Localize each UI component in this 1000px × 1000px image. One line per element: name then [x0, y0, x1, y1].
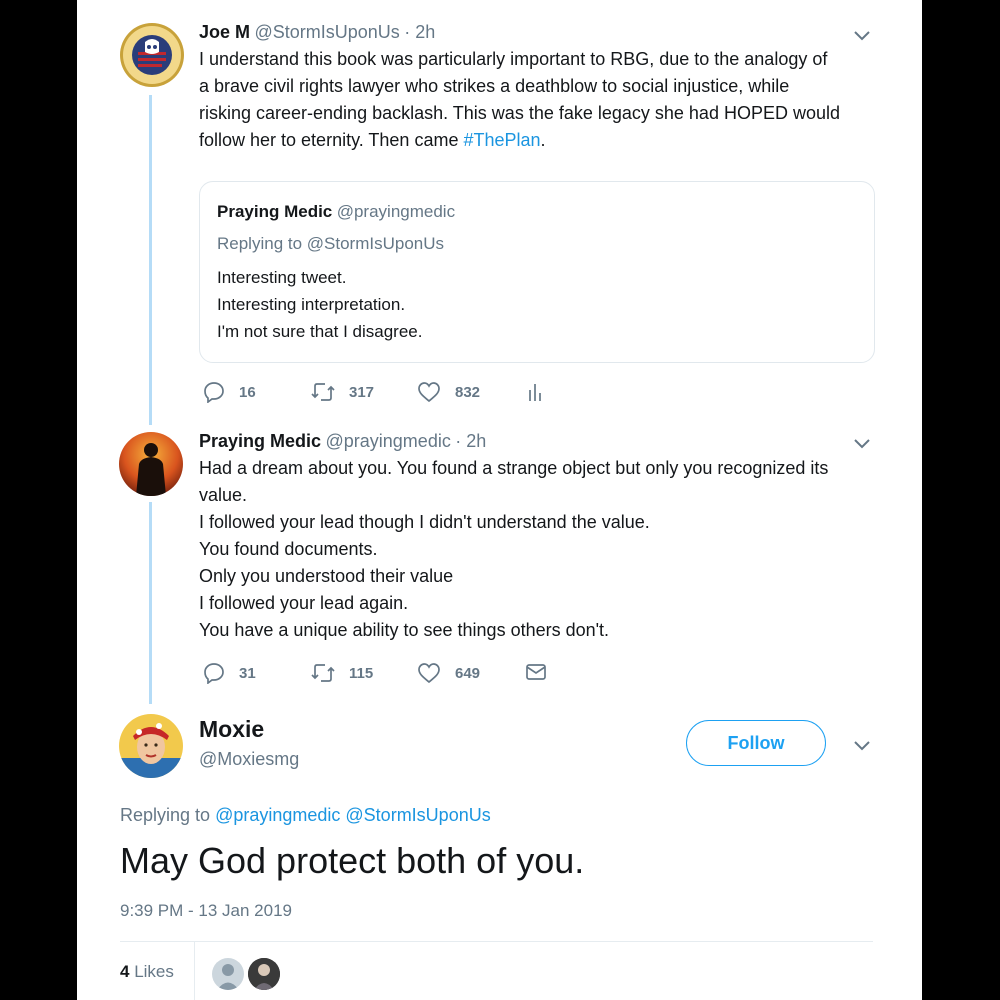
tweet-text-segment: follow her to eternity. Then came [199, 130, 464, 150]
chevron-down-icon[interactable] [853, 30, 871, 42]
main-author-name[interactable]: Moxie [199, 716, 264, 743]
likes-count: 4 [120, 962, 130, 981]
follow-button[interactable]: Follow [686, 720, 826, 766]
author-handle[interactable]: @StormIsUponUs [254, 22, 399, 42]
retweet-icon [311, 383, 335, 401]
retweet-count: 115 [349, 664, 374, 682]
like-count: 649 [455, 664, 481, 682]
quote-line: I'm not sure that I disagree. [217, 322, 423, 341]
thread-line [149, 95, 152, 425]
tweet-time[interactable]: · 2h [404, 22, 435, 42]
avatar-praying-medic[interactable] [119, 432, 183, 496]
tweet-time[interactable]: · 2h [455, 431, 486, 451]
avatar-joe-m[interactable] [119, 22, 185, 88]
person-photo-icon [248, 958, 280, 990]
made-in-usa-badge-icon [120, 23, 184, 87]
tweet-line: You found documents. [199, 539, 378, 559]
tweet-line: Only you understood their value [199, 566, 454, 586]
replying-user-link[interactable]: @prayingmedic [215, 805, 340, 825]
tweet-line: risking career-ending backlash. This was… [199, 103, 840, 123]
divider [194, 941, 195, 1000]
retweet-icon [311, 664, 335, 682]
quote-line: Interesting interpretation. [217, 295, 406, 314]
quote-replying-to: Replying to @StormIsUponUs [217, 234, 445, 253]
replying-label: Replying to [120, 805, 216, 825]
tweet-timestamp[interactable]: 9:39 PM - 13 Jan 2019 [120, 901, 292, 921]
like-button[interactable]: 649 [417, 662, 480, 684]
tweet-page: Joe M @StormIsUponUs · 2h I understand t… [77, 0, 922, 1000]
main-tweet-text: May God protect both of you. [120, 840, 585, 881]
quote-text: Interesting tweet. Interesting interpret… [217, 264, 422, 345]
retweet-button[interactable]: 317 [311, 381, 374, 403]
default-user-icon [217, 964, 239, 990]
person-silhouette-icon [119, 432, 183, 496]
tweet2-header: Praying Medic @prayingmedic · 2h [199, 431, 486, 452]
author-name[interactable]: Joe M [199, 22, 250, 42]
quote-author-name: Praying Medic [217, 202, 333, 221]
like-icon [418, 382, 440, 403]
reply-button[interactable]: 31 [203, 662, 256, 684]
tweet-line: follow her to eternity. Then came #ThePl… [199, 127, 879, 154]
retweet-count: 317 [349, 383, 375, 401]
hashtag-link[interactable]: #ThePlan [463, 130, 540, 150]
rosie-riveter-avatar-icon [119, 714, 183, 778]
likes-summary[interactable]: 4 Likes [120, 962, 174, 982]
quoted-tweet[interactable]: Praying Medic @prayingmedic Replying to … [199, 181, 875, 363]
analytics-button[interactable] [527, 381, 557, 403]
chevron-down-icon[interactable] [853, 740, 871, 752]
divider [120, 941, 873, 942]
author-name[interactable]: Praying Medic [199, 431, 321, 451]
tweet-text-segment: . [540, 130, 546, 150]
liker-avatar[interactable] [212, 958, 244, 990]
tweet-line: I followed your lead again. [199, 593, 409, 613]
direct-message-button[interactable] [525, 662, 561, 682]
like-button[interactable]: 832 [417, 381, 480, 403]
analytics-icon [529, 384, 541, 401]
reply-icon [204, 382, 224, 403]
quote-author-handle: @prayingmedic [336, 202, 456, 221]
retweet-button[interactable]: 115 [311, 662, 373, 684]
tweet-line: You have a unique ability to see things … [199, 620, 610, 640]
chevron-down-icon[interactable] [853, 438, 871, 450]
replying-user-link[interactable]: @StormIsUponUs [345, 805, 490, 825]
tweet1-text: I understand this book was particularly … [199, 46, 879, 154]
avatar-moxie[interactable] [119, 714, 183, 778]
message-icon [526, 664, 546, 680]
tweet-line: I followed your lead though I didn't und… [199, 512, 650, 532]
tweet1-header: Joe M @StormIsUponUs · 2h [199, 22, 435, 43]
like-count: 832 [455, 383, 481, 401]
thread-line [149, 502, 152, 704]
tweet2-text: Had a dream about you. You found a stran… [199, 455, 889, 644]
tweet-line: value. [199, 485, 248, 505]
liker-avatar[interactable] [248, 958, 280, 990]
reply-button[interactable]: 16 [203, 381, 256, 403]
reply-icon [204, 663, 224, 684]
reply-count: 16 [239, 383, 256, 401]
tweet-line: I understand this book was particularly … [199, 49, 828, 69]
quote-header: Praying Medic @prayingmedic [217, 202, 455, 222]
reply-count: 31 [239, 664, 256, 682]
replying-to: Replying to @prayingmedic @StormIsUponUs [120, 805, 491, 826]
quote-line: Interesting tweet. [217, 268, 347, 287]
likes-label: Likes [134, 962, 174, 981]
tweet-line: a brave civil rights lawyer who strikes … [199, 76, 790, 96]
author-handle[interactable]: @prayingmedic [326, 431, 451, 451]
main-author-handle[interactable]: @Moxiesmg [199, 749, 299, 770]
like-icon [418, 663, 440, 684]
tweet-line: Had a dream about you. You found a stran… [199, 458, 829, 478]
